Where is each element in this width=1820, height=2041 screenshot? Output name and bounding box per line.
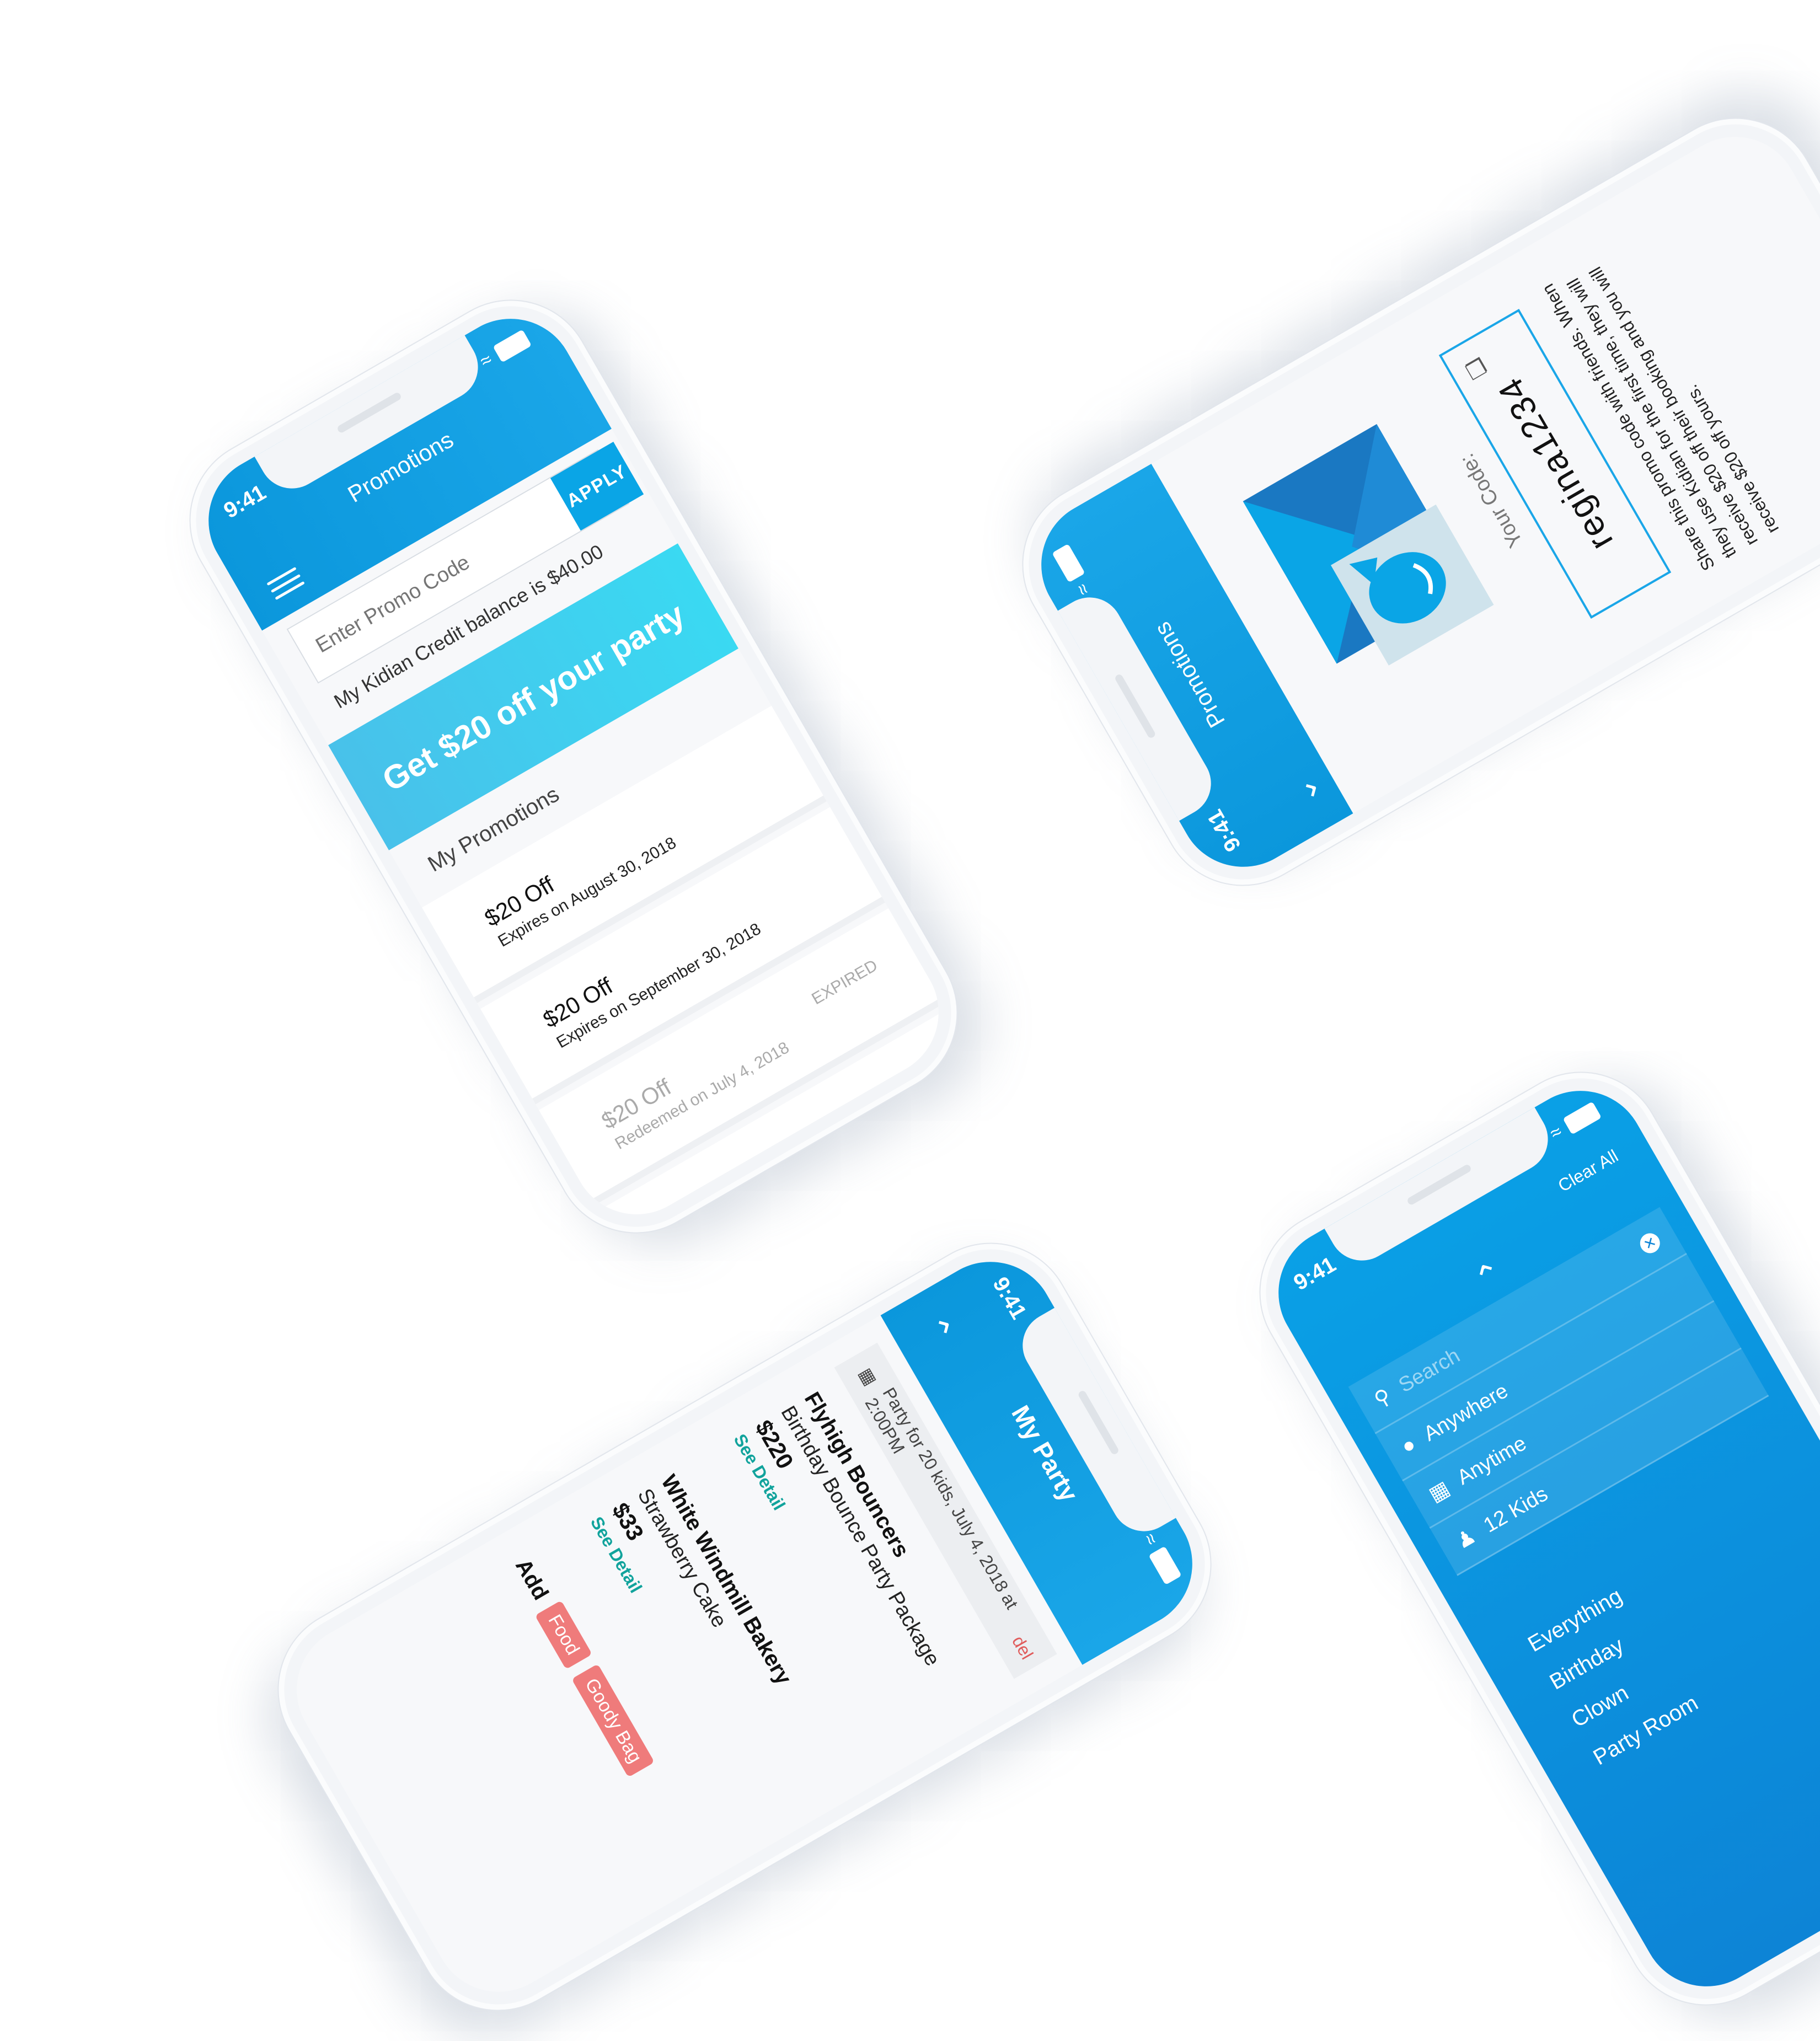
add-tag-goody-bag[interactable]: Goody Bag (571, 1664, 655, 1778)
screen: 9:41 ≈ ⌃ My Party ▦ Party for 20 kids, J… (272, 1238, 1217, 2016)
status-icons: ≈ (1546, 1100, 1602, 1145)
category-list: Everything Birthday Clown Party Room (1524, 1578, 1712, 1787)
battery-icon (1562, 1101, 1602, 1135)
phone-referral-code: 9:41 ≈ ⌄ Promotions Your Code: regina123… (992, 87, 1820, 917)
add-tag-food[interactable]: Food (534, 1600, 593, 1670)
calendar-icon: ▦ (855, 1364, 881, 1389)
copy-icon[interactable]: ❏ (1460, 352, 1492, 383)
chevron-up-icon[interactable]: ⌃ (1468, 1253, 1511, 1300)
phone-promotions-list: 9:41 ≈ Promotions APPLY My Kidian Credit… (159, 269, 988, 1264)
location-pin-icon: ● (1397, 1432, 1420, 1459)
calendar-icon: ▦ (1425, 1476, 1454, 1507)
kids-icon: ♟ (1452, 1524, 1480, 1554)
search-filters: ⚲ Search ✕ ● Anywhere ▦ Anytime ♟ 12 Kid… (1348, 1207, 1769, 1576)
add-label: Add (510, 1555, 553, 1604)
phone-my-party: 9:41 ≈ ⌃ My Party ▦ Party for 20 kids, J… (247, 1212, 1242, 2041)
search-icon: ⚲ (1370, 1384, 1395, 1412)
screen: 9:41 ≈ Promotions APPLY My Kidian Credit… (185, 294, 962, 1239)
clear-all-button[interactable]: Clear All (1555, 1146, 1622, 1197)
status-time: 9:41 (1289, 1252, 1340, 1295)
wifi-icon: ≈ (1546, 1121, 1566, 1144)
clear-icon[interactable]: ✕ (1636, 1229, 1664, 1257)
phone-search: 9:41 ≈ Clear All ⌃ ⚲ Search ✕ ● Anywhere… (1229, 1041, 1820, 2036)
